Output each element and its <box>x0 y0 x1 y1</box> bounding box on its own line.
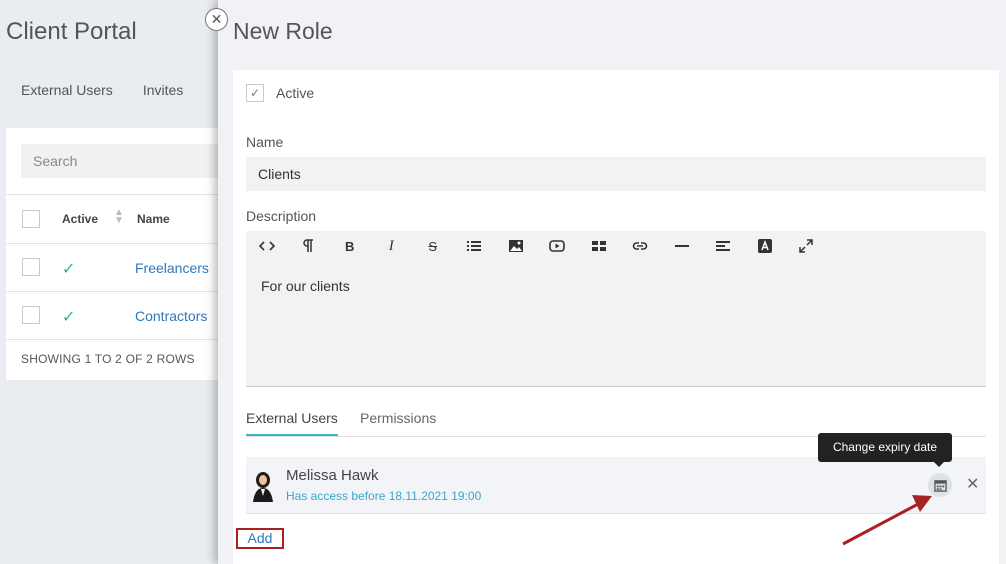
close-icon[interactable]: ✕ <box>205 8 228 31</box>
annotation-arrow-icon <box>842 495 932 546</box>
